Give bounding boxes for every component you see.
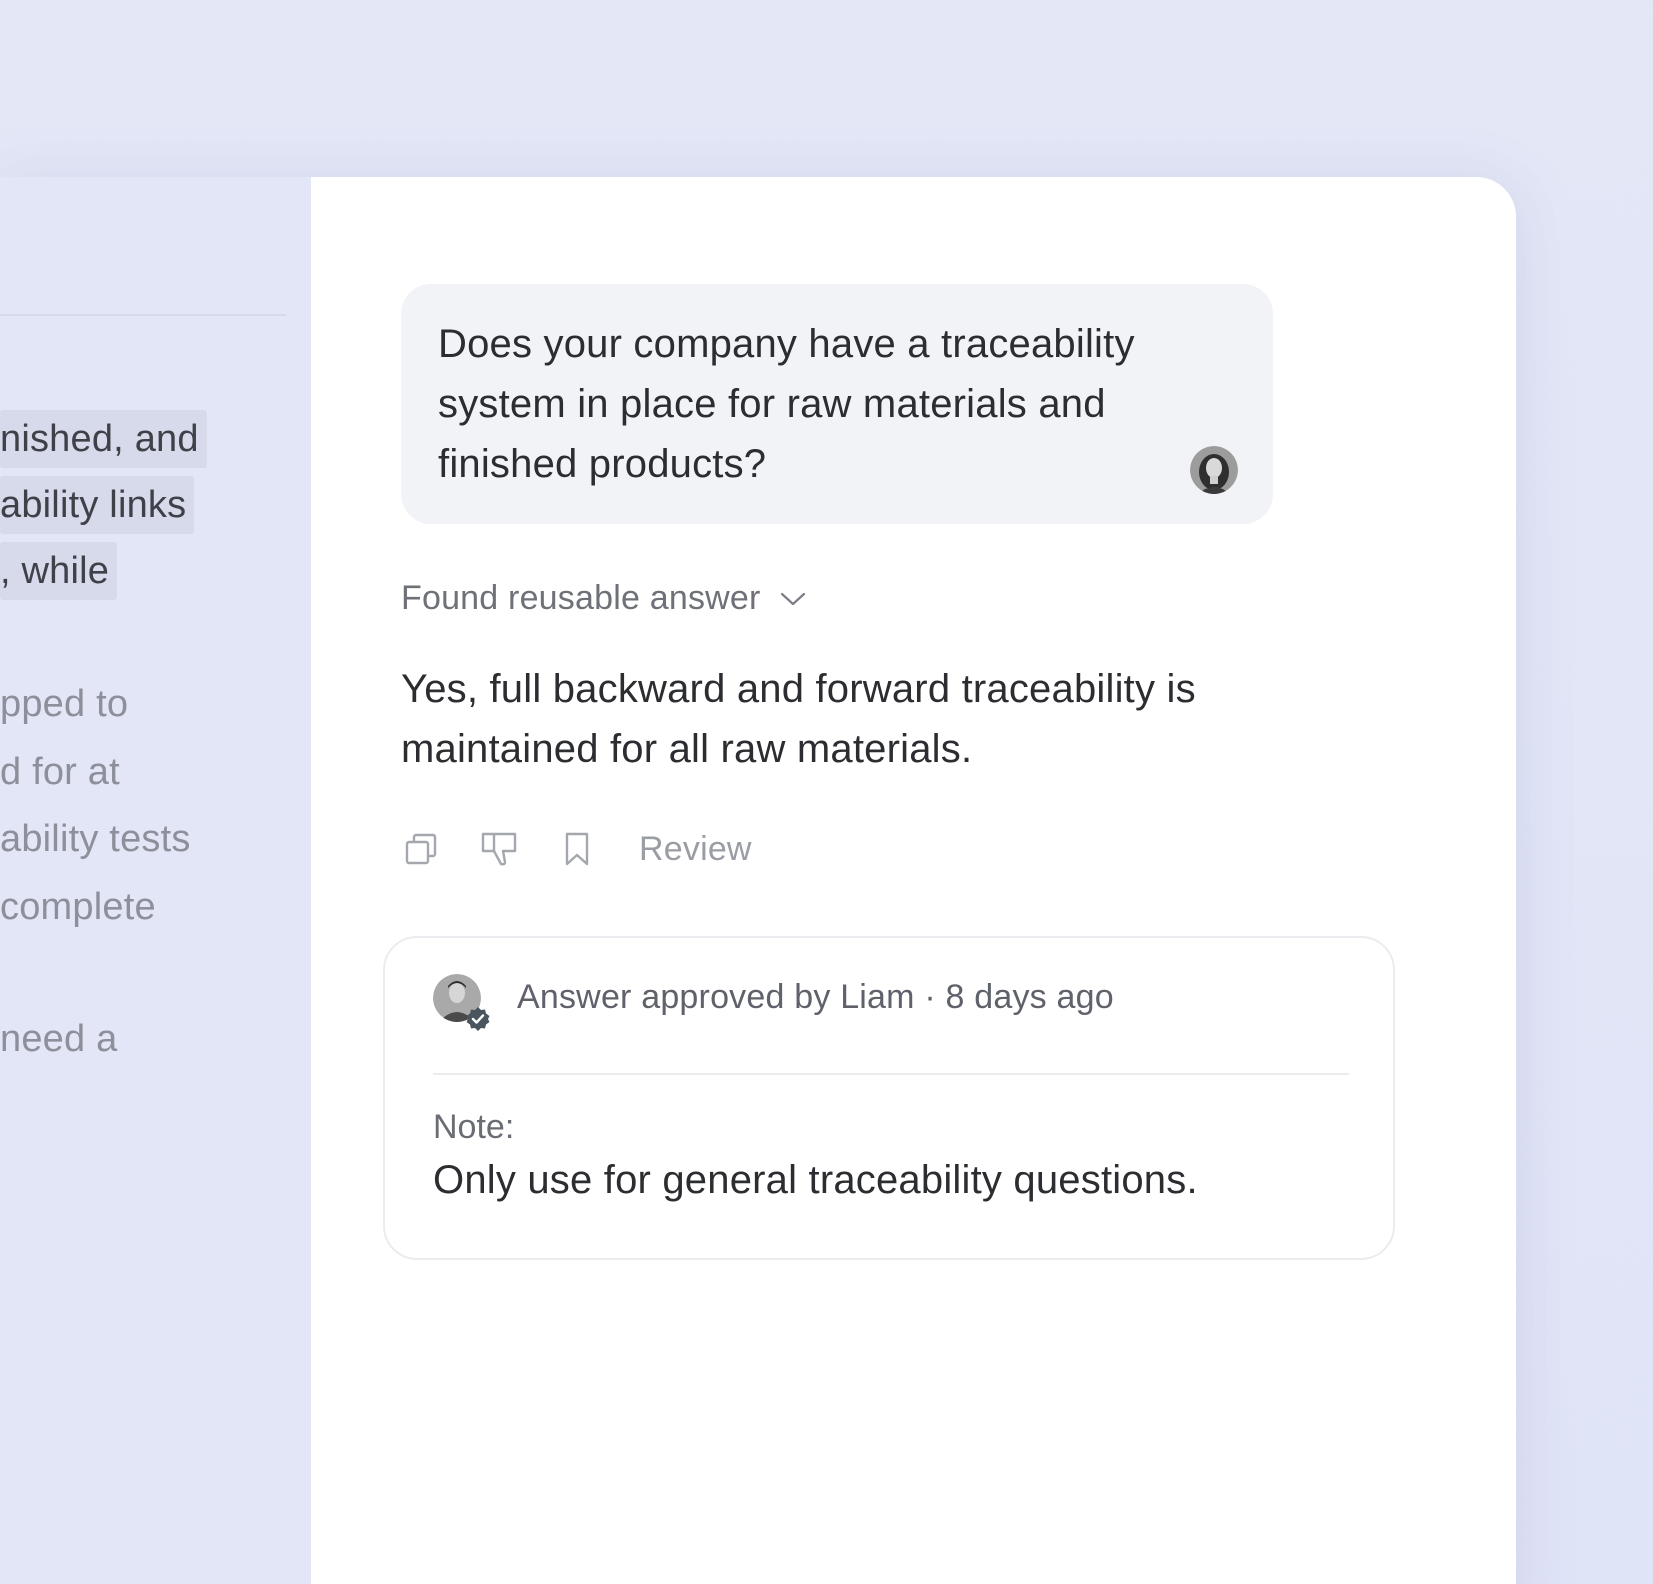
found-answer-label[interactable]: Found reusable answer xyxy=(401,579,761,618)
document-line: need a xyxy=(0,1018,118,1060)
review-button[interactable]: Review xyxy=(639,830,752,869)
document-highlighted-line: , while xyxy=(0,542,118,600)
chat-pane: Does your company have a traceability sy… xyxy=(311,177,1516,1584)
document-divider xyxy=(0,314,286,316)
answer-actions: Review xyxy=(401,825,752,873)
app-window: nished, and ability links , while pped t… xyxy=(0,177,1516,1584)
chevron-down-icon[interactable] xyxy=(779,585,807,613)
document-highlighted-line: nished, and xyxy=(0,410,207,468)
approver-avatar[interactable] xyxy=(433,974,490,1031)
document-line: ability tests xyxy=(0,818,191,860)
document-line: d for at xyxy=(0,751,120,793)
note-text: Only use for general traceability questi… xyxy=(433,1158,1198,1202)
thumbs-down-icon[interactable] xyxy=(479,829,519,869)
card-divider xyxy=(433,1073,1349,1075)
approval-card: Answer approved by Liam · 8 days ago Not… xyxy=(383,936,1395,1260)
bookmark-icon[interactable] xyxy=(557,829,597,869)
document-highlighted-line: ability links xyxy=(0,476,195,534)
note-label: Note: xyxy=(433,1108,515,1146)
copy-icon[interactable] xyxy=(401,829,441,869)
question-text: Does your company have a traceability sy… xyxy=(438,322,1135,486)
user-avatar[interactable] xyxy=(1190,446,1238,494)
verified-badge-icon xyxy=(465,1006,491,1032)
question-bubble: Does your company have a traceability sy… xyxy=(401,284,1273,524)
document-pane: nished, and ability links , while pped t… xyxy=(0,177,311,1584)
found-answer-row[interactable]: Found reusable answer xyxy=(401,579,807,618)
answer-text: Yes, full backward and forward traceabil… xyxy=(401,667,1196,771)
document-line: complete xyxy=(0,886,156,928)
document-line: pped to xyxy=(0,683,129,725)
approval-text: Answer approved by Liam · 8 days ago xyxy=(517,978,1114,1016)
